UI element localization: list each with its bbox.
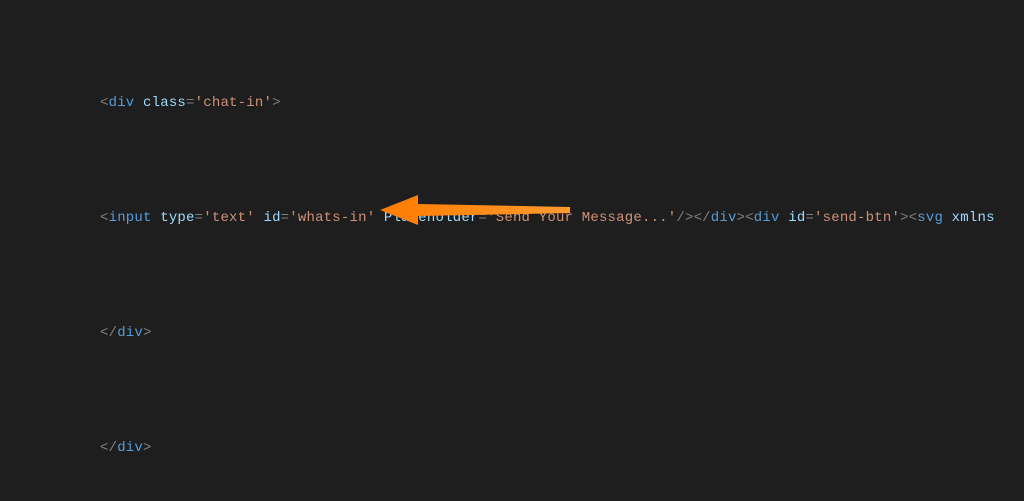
code-line: <div class='chat-in'>	[28, 92, 1024, 115]
code-line: </div>	[28, 437, 1024, 460]
code-editor[interactable]: <div class='chat-in'> <input type='text'…	[0, 0, 1024, 501]
code-line: <input type='text' id='whats-in' Placeho…	[28, 207, 1024, 230]
code-line: </div>	[28, 322, 1024, 345]
